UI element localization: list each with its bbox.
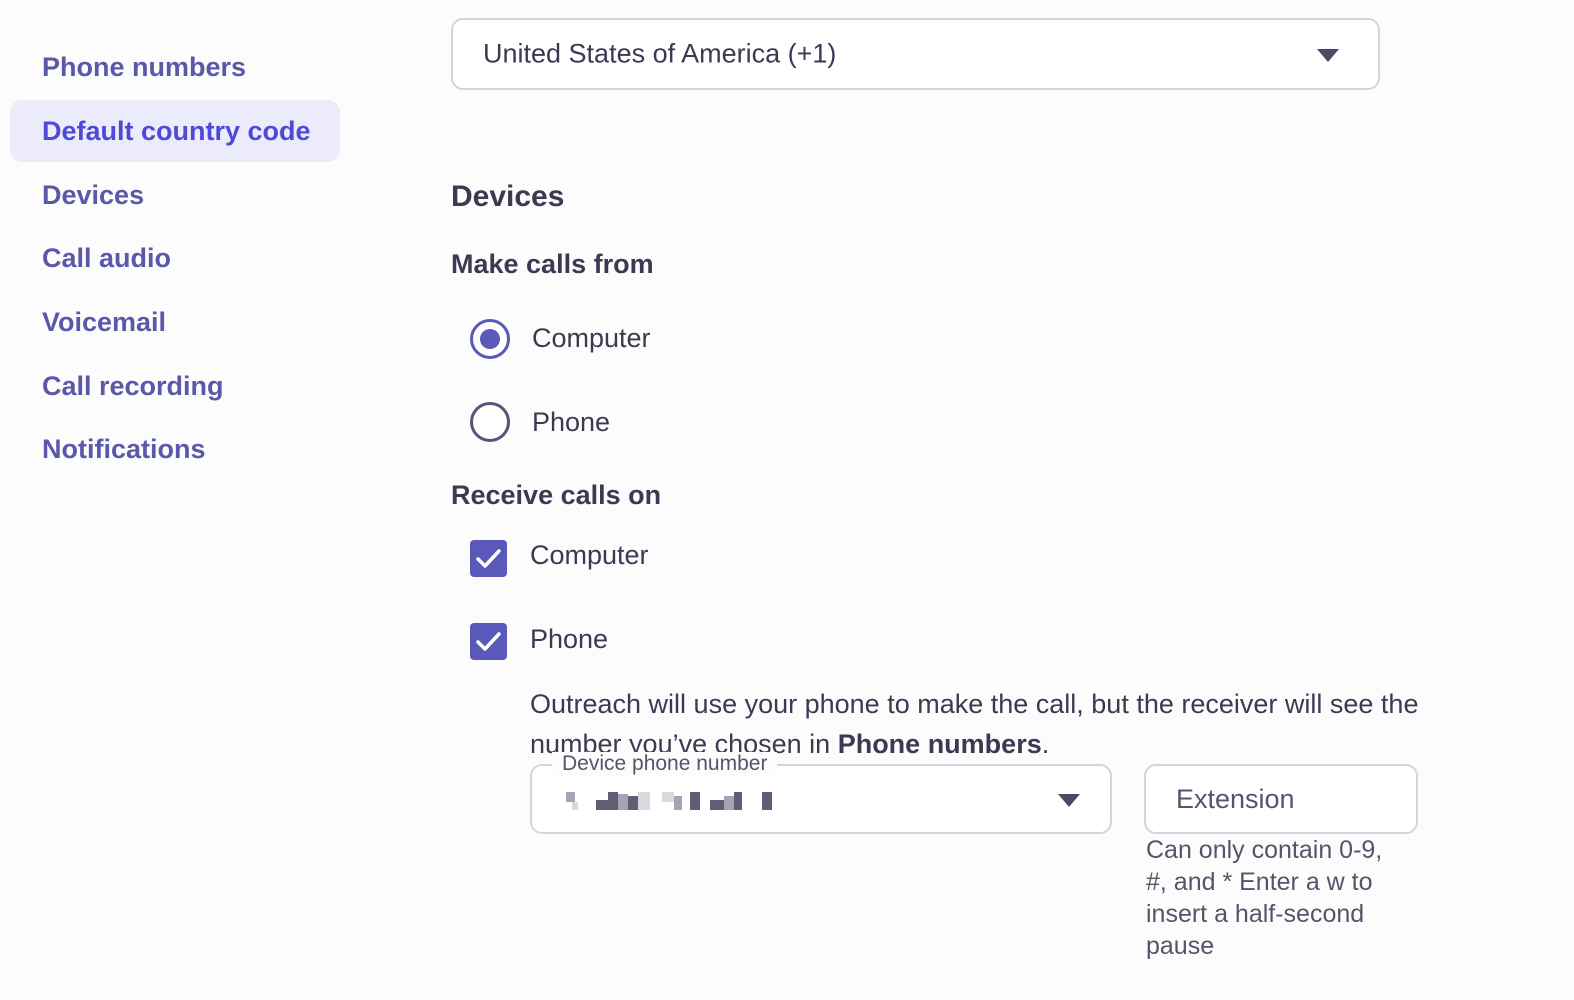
sidebar-item-devices[interactable]: Devices <box>10 164 340 226</box>
chevron-down-icon <box>1317 49 1339 62</box>
phone-numbers-reference: Phone numbers <box>837 729 1042 759</box>
make-calls-from-label: Make calls from <box>451 249 654 279</box>
checkmark-icon <box>476 549 501 568</box>
country-code-select[interactable]: United States of America (+1) <box>451 18 1380 90</box>
sidebar-item-voicemail[interactable]: Voicemail <box>10 291 340 353</box>
checkmark-icon <box>476 632 501 651</box>
sidebar-item-default-country-code[interactable]: Default country code <box>10 100 340 162</box>
checkbox-receive-computer[interactable] <box>470 540 507 577</box>
devices-section-title: Devices <box>451 180 565 213</box>
sidebar-item-call-audio[interactable]: Call audio <box>10 227 340 289</box>
checkbox-receive-phone[interactable] <box>470 623 507 660</box>
sidebar-item-call-recording[interactable]: Call recording <box>10 355 340 417</box>
radio-make-calls-phone[interactable] <box>470 402 510 442</box>
extension-hint: Can only contain 0-9, #, and * Enter a w… <box>1146 836 1383 960</box>
receive-computer-label: Computer <box>530 540 649 570</box>
device-phone-number-label: Device phone number <box>552 752 778 776</box>
phone-help-text-end: . <box>1041 729 1050 759</box>
make-calls-computer-label: Computer <box>532 323 651 353</box>
extension-input[interactable] <box>1144 764 1418 834</box>
radio-make-calls-computer[interactable] <box>470 319 510 359</box>
chevron-down-icon <box>1058 794 1080 807</box>
receive-phone-label: Phone <box>530 624 609 654</box>
make-calls-phone-label: Phone <box>532 407 611 437</box>
sidebar-item-notifications[interactable]: Notifications <box>10 418 340 480</box>
settings-page: Phone numbers Default country code Devic… <box>0 0 1574 1000</box>
sidebar-item-phone-numbers[interactable]: Phone numbers <box>10 36 340 98</box>
receive-calls-on-label: Receive calls on <box>451 480 662 510</box>
country-code-value: United States of America (+1) <box>483 38 837 69</box>
radio-selected-dot <box>480 329 500 349</box>
